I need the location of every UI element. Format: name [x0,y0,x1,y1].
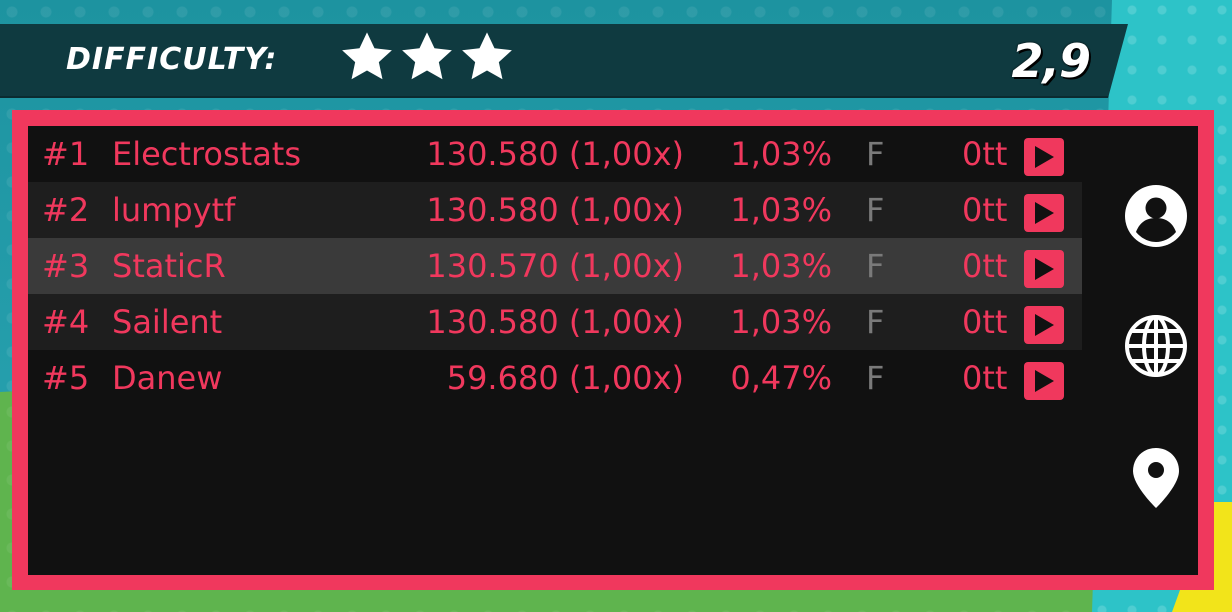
score: 130.580 (1,00x) [426,135,684,173]
play-icon [1035,258,1054,280]
location-pin-icon [1133,448,1179,508]
accuracy: 1,03% [730,247,832,285]
star-icon [458,28,516,86]
leaderboard-row[interactable]: #5 Danew 59.680 (1,00x) 0,47% F 0tt [28,350,1082,406]
user-icon [1125,185,1187,247]
rank: #3 [42,247,90,285]
grade: F [866,135,885,173]
leaderboard-row-selected[interactable]: #3 StaticR 130.570 (1,00x) 1,03% F 0tt [28,238,1082,294]
play-replay-button[interactable] [1024,362,1064,400]
play-icon [1035,370,1054,392]
play-icon [1035,314,1054,336]
local-leaderboard-button[interactable] [1124,446,1188,510]
player-name: lumpytf [112,191,236,229]
score: 130.570 (1,00x) [426,247,684,285]
globe-icon [1125,315,1187,377]
score: 59.680 (1,00x) [446,359,684,397]
performance-points: 0tt [962,303,1008,341]
grade: F [866,303,885,341]
star-icon [398,28,456,86]
play-replay-button[interactable] [1024,306,1064,344]
score: 130.580 (1,00x) [426,191,684,229]
rank: #2 [42,191,90,229]
accuracy: 1,03% [730,303,832,341]
player-name: Sailent [112,303,223,341]
player-name: Electrostats [112,135,302,173]
performance-points: 0tt [962,191,1008,229]
leaderboard-row[interactable]: #1 Electrostats 130.580 (1,00x) 1,03% F … [28,126,1082,182]
leaderboard-inner: #1 Electrostats 130.580 (1,00x) 1,03% F … [28,126,1198,575]
performance-points: 0tt [962,247,1008,285]
leaderboard-panel: #1 Electrostats 130.580 (1,00x) 1,03% F … [12,110,1214,590]
rank: #5 [42,359,90,397]
score: 130.580 (1,00x) [426,303,684,341]
rank: #4 [42,303,90,341]
difficulty-stars [338,28,516,86]
grade: F [866,359,885,397]
star-icon [338,28,396,86]
accuracy: 0,47% [730,359,832,397]
leaderboard-scope-tabs [1112,126,1198,575]
rank: #1 [42,135,90,173]
play-icon [1035,202,1054,224]
player-name: StaticR [112,247,226,285]
play-replay-button[interactable] [1024,138,1064,176]
accuracy: 1,03% [730,135,832,173]
leaderboard-rows: #1 Electrostats 130.580 (1,00x) 1,03% F … [28,126,1082,406]
accuracy: 1,03% [730,191,832,229]
player-name: Danew [112,359,223,397]
personal-leaderboard-button[interactable] [1124,184,1188,248]
grade: F [866,247,885,285]
play-replay-button[interactable] [1024,250,1064,288]
difficulty-label: DIFFICULTY: [66,42,278,77]
grade: F [866,191,885,229]
performance-points: 0tt [962,135,1008,173]
performance-points: 0tt [962,359,1008,397]
global-leaderboard-button[interactable] [1124,314,1188,378]
play-replay-button[interactable] [1024,194,1064,232]
play-icon [1035,146,1054,168]
leaderboard-row[interactable]: #2 lumpytf 130.580 (1,00x) 1,03% F 0tt [28,182,1082,238]
difficulty-value: 2,9 [1011,34,1092,88]
leaderboard-row[interactable]: #4 Sailent 130.580 (1,00x) 1,03% F 0tt [28,294,1082,350]
